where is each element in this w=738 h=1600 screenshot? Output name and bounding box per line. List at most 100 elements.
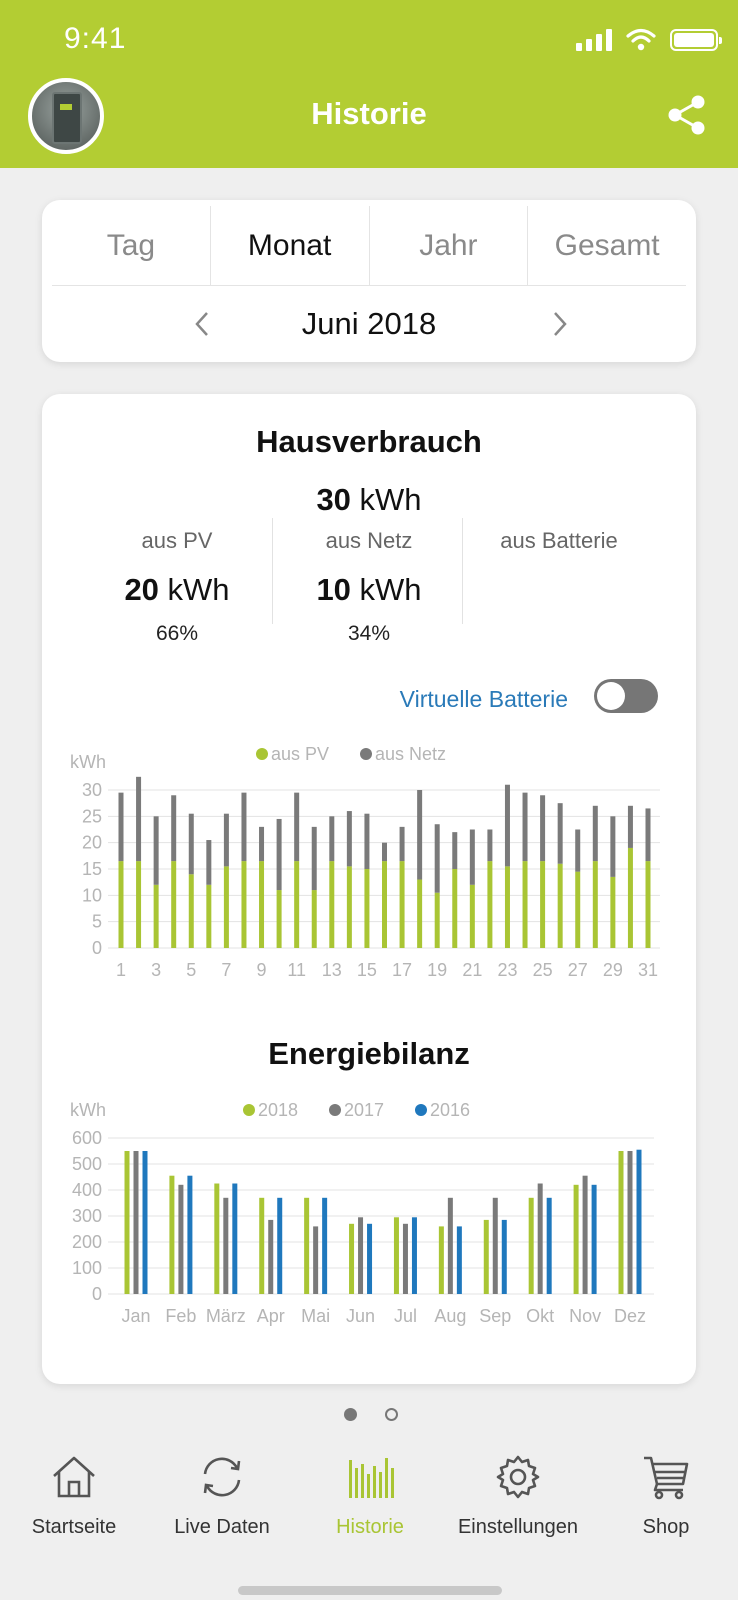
x-tick-label: Dez [614, 1306, 646, 1326]
total-consumption: 30 kWh [42, 482, 696, 518]
bar-netz [487, 829, 493, 862]
home-icon [53, 1456, 95, 1498]
bar-2016 [322, 1197, 328, 1294]
bar-pv [434, 892, 440, 948]
tabbar-item-einstellungen[interactable]: Einstellungen [448, 1452, 588, 1539]
x-tick-label: 23 [497, 960, 517, 980]
y-tick-label: 100 [72, 1258, 102, 1278]
legend-dot [243, 1104, 255, 1116]
x-tick-label: 11 [287, 960, 306, 980]
tabbar-label: Einstellungen [457, 1516, 579, 1538]
bar-pv [522, 861, 528, 948]
x-tick-label: 25 [533, 960, 553, 980]
bar-netz [399, 826, 405, 862]
pager-dot[interactable] [385, 1408, 398, 1421]
bar-2018 [304, 1197, 310, 1294]
stat-pv-value: 20 kWh [82, 572, 272, 608]
bar-2016 [636, 1149, 642, 1294]
bar-pv [136, 861, 142, 948]
legend-dot [256, 748, 268, 760]
consumption-card: Hausverbrauch 30 kWh aus PV 20 kWh 66% a… [42, 394, 696, 1384]
gear-icon [496, 1455, 540, 1499]
stat-divider [272, 518, 273, 624]
bar-pv [417, 879, 423, 948]
x-tick-label: 19 [427, 960, 447, 980]
bar-pv [540, 861, 546, 948]
bar-pv [206, 884, 212, 948]
bar-2017 [133, 1151, 139, 1294]
bar-pv [575, 871, 581, 948]
bar-pv [399, 861, 405, 948]
bar-pv [259, 861, 265, 948]
virtual-battery-toggle[interactable] [594, 679, 658, 713]
bottom-tab-bar: Startseite Live Daten Historie Einstellu… [0, 1440, 738, 1600]
bar-2017 [492, 1197, 498, 1294]
legend-label: aus PV [271, 744, 329, 764]
tab-monat[interactable]: Monat [211, 206, 370, 286]
y-tick-label: 30 [82, 780, 102, 800]
y-tick-label: 400 [72, 1180, 102, 1200]
next-period-button[interactable] [540, 302, 580, 346]
chevron-right-icon [554, 312, 567, 336]
tabbar-item-shop[interactable]: Shop [596, 1452, 736, 1539]
tab-jahr[interactable]: Jahr [370, 206, 529, 286]
toggle-knob [597, 682, 625, 710]
bar-pv [592, 861, 598, 948]
bar-netz [259, 826, 265, 862]
consumption-title: Hausverbrauch [256, 424, 482, 459]
stat-pv: aus PV 20 kWh 66% [82, 518, 272, 646]
y-tick-label: 200 [72, 1232, 102, 1252]
stat-pv-number: 20 [124, 572, 159, 607]
bar-netz [311, 826, 317, 891]
bar-2016 [456, 1226, 462, 1294]
pager-dot-active[interactable] [344, 1408, 357, 1421]
y-tick-label: 600 [72, 1128, 102, 1148]
bar-2018 [259, 1197, 265, 1294]
bar-pv [329, 861, 335, 948]
wifi-icon [626, 28, 656, 51]
home-indicator [238, 1586, 502, 1595]
bar-pv [469, 884, 475, 948]
tabbar-item-historie[interactable]: Historie [300, 1452, 440, 1539]
bar-2016 [501, 1219, 507, 1294]
stat-netz-percent: 34% [347, 622, 391, 645]
x-tick-label: 15 [357, 960, 377, 980]
tabbar-label: Historie [336, 1516, 404, 1538]
stat-divider [462, 518, 463, 624]
tabbar-item-startseite[interactable]: Startseite [4, 1452, 144, 1539]
x-tick-label: 27 [568, 960, 588, 980]
bar-netz [276, 818, 282, 891]
y-tick-label: 0 [92, 938, 102, 958]
bar-netz [557, 803, 563, 864]
tab-tag[interactable]: Tag [52, 206, 211, 286]
x-tick-label: 17 [392, 960, 412, 980]
x-tick-label: Mai [301, 1306, 330, 1326]
bar-2017 [268, 1219, 274, 1294]
bar-netz [504, 784, 510, 867]
bar-netz [540, 795, 546, 862]
period-tabs: Tag Monat Jahr Gesamt [52, 206, 686, 286]
legend-label: 2017 [344, 1100, 384, 1120]
cart-icon [644, 1456, 689, 1500]
tabbar-item-live-daten[interactable]: Live Daten [152, 1452, 292, 1539]
tab-gesamt[interactable]: Gesamt [528, 206, 686, 286]
bar-netz [645, 808, 651, 862]
bar-2018 [349, 1223, 355, 1294]
bar-pv [487, 861, 493, 948]
bar-netz [241, 792, 247, 862]
bar-netz [592, 805, 598, 862]
app-header: 9:41 Historie [0, 0, 738, 168]
tabbar-label: Startseite [31, 1516, 117, 1538]
bar-netz [223, 813, 229, 867]
bar-2016 [546, 1197, 552, 1294]
cellular-signal-icon [576, 29, 612, 51]
x-tick-label: Sep [479, 1306, 511, 1326]
share-icon[interactable] [664, 92, 710, 138]
bar-2017 [313, 1226, 319, 1294]
bar-2016 [591, 1184, 597, 1294]
x-tick-label: Jun [346, 1306, 375, 1326]
x-tick-label: 29 [603, 960, 623, 980]
bar-2017 [223, 1197, 229, 1294]
bar-pv [241, 861, 247, 948]
bar-2017 [627, 1151, 633, 1294]
